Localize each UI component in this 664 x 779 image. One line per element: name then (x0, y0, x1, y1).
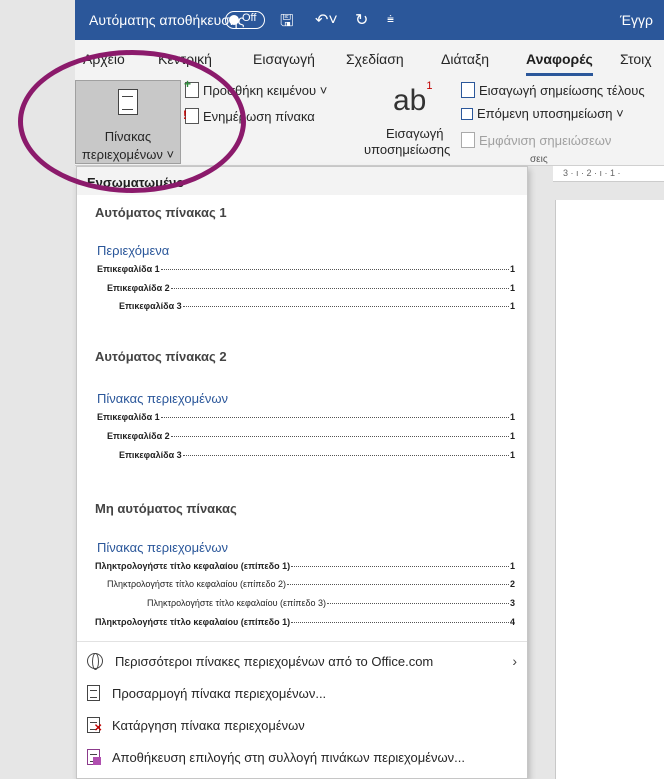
remove-toc-label: Κατάργηση πίνακα περιεχομένων (112, 717, 305, 733)
tab-mailings[interactable]: Στοιχ (620, 51, 652, 67)
save-selection-label: Αποθήκευση επιλογής στη συλλογή πινάκων … (112, 749, 466, 765)
endnote-icon (461, 82, 475, 98)
tab-design[interactable]: Σχεδίαση (346, 51, 404, 67)
tab-layout[interactable]: Διάταξη (441, 51, 489, 67)
toc-row[interactable]: Πληκτρολογήστε τίτλο κεφαλαίου (επίπεδο … (95, 561, 515, 571)
update-table-button[interactable]: Ενημέρωση πίνακα (183, 108, 315, 124)
update-table-label: Ενημέρωση πίνακα (203, 108, 315, 124)
save-selection-item[interactable]: Αποθήκευση επιλογής στη συλλογή πινάκων … (77, 742, 527, 772)
ribbon: Πίνακας περιεχομένων ˅ Προσθήκη κειμένου… (75, 76, 664, 166)
toc-row[interactable]: Επικεφαλίδα 31 (119, 301, 515, 311)
next-footnote-label: Επόμενη υποσημείωση ˅ (477, 106, 624, 121)
insert-endnote-label: Εισαγωγή σημείωσης τέλους (479, 82, 645, 98)
insert-footnote-icon[interactable]: ab1 (393, 80, 433, 118)
redo-icon[interactable]: ↻ (355, 10, 368, 30)
tab-file[interactable]: Αρχείο (83, 51, 125, 67)
show-notes-button[interactable]: Εμφάνιση σημειώσεων (461, 132, 611, 148)
toc-row[interactable]: Επικεφαλίδα 11 (97, 264, 515, 274)
auto-table-1-title: Αυτόματος πίνακας 1 (95, 205, 227, 220)
autosave-state: Off (242, 12, 257, 24)
save-selection-icon (87, 749, 101, 765)
customize-toolbar-icon[interactable]: ⩧ (387, 12, 394, 27)
document-title: Έγγρ (620, 12, 653, 28)
toc-row[interactable]: Πληκτρολογήστε τίτλο κεφαλαίου (επίπεδο … (147, 598, 515, 608)
undo-icon[interactable]: ↶˅ (315, 10, 338, 30)
auto-table-2-title: Αυτόματος πίνακας 2 (95, 349, 227, 364)
title-bar: Αυτόματης αποθήκευσης Off 🖫 ↶˅ ↻ ⩧ Έγγρ (75, 0, 664, 40)
add-text-icon (184, 77, 199, 98)
autosave-label: Αυτόματης αποθήκευσης (89, 12, 245, 28)
remove-toc-item[interactable]: Κατάργηση πίνακα περιεχομένων (77, 710, 527, 740)
tab-insert[interactable]: Εισαγωγή (253, 51, 315, 67)
auto-table-2-heading[interactable]: Πίνακας περιεχομένων (97, 391, 228, 406)
more-tables-label: Περισσότεροι πίνακες περιεχομένων από το… (115, 653, 434, 669)
tab-references[interactable]: Αναφορές (526, 51, 593, 76)
tab-home[interactable]: Κεντρική (158, 51, 212, 67)
add-text-button[interactable]: Προσθήκη κειμένου ˅ (184, 77, 328, 98)
toc-row[interactable]: Επικεφαλίδα 21 (107, 283, 515, 293)
add-text-label: Προσθήκη κειμένου ˅ (203, 82, 328, 98)
toc-button[interactable]: Πίνακας περιεχομένων ˅ (75, 80, 181, 164)
save-icon[interactable]: 🖫 (280, 10, 294, 37)
chevron-right-icon: › (512, 653, 517, 669)
toc-icon (118, 89, 138, 115)
remove-toc-icon (87, 717, 102, 734)
next-footnote-button[interactable]: Επόμενη υποσημείωση ˅ (461, 106, 624, 121)
insert-footnote-label[interactable]: Εισαγωγή (386, 126, 443, 141)
insert-endnote-button[interactable]: Εισαγωγή σημείωσης τέλους (461, 82, 645, 98)
insert-footnote-label-2[interactable]: υποσημείωσης (364, 142, 450, 157)
globe-icon (87, 653, 103, 670)
manual-table-title: Μη αυτόματος πίνακας (95, 501, 237, 516)
group-label: σεις (530, 154, 548, 165)
menu-header: Ενσωματωμένο (77, 167, 527, 195)
update-table-icon (183, 108, 199, 124)
custom-toc-icon (87, 685, 100, 701)
document-page[interactable] (555, 200, 664, 779)
custom-toc-item[interactable]: Προσαρμογή πίνακα περιεχομένων... (77, 678, 527, 708)
ruler: 3 · ı · 2 · ı · 1 · (553, 166, 664, 182)
show-notes-label: Εμφάνιση σημειώσεων (479, 132, 612, 148)
auto-table-1-heading[interactable]: Περιεχόμενα (97, 243, 169, 258)
toc-dropdown: Ενσωματωμένο Αυτόματος πίνακας 1 Περιεχό… (76, 166, 528, 779)
toc-row[interactable]: Επικεφαλίδα 11 (97, 412, 515, 422)
next-footnote-icon (461, 107, 473, 120)
custom-toc-label: Προσαρμογή πίνακα περιεχομένων... (112, 685, 327, 701)
menu-separator (77, 641, 527, 642)
toc-button-label: Πίνακας (104, 129, 152, 144)
toc-row[interactable]: Επικεφαλίδα 21 (107, 431, 515, 441)
toggle-knob (229, 14, 239, 25)
toc-row[interactable]: Επικεφαλίδα 31 (119, 450, 515, 460)
ribbon-tabs: Αρχείο Κεντρική Εισαγωγή Σχεδίαση Διάταξ… (75, 40, 664, 76)
autosave-toggle[interactable]: Off (225, 11, 265, 29)
toc-button-label-2: περιεχομένων ˅ (81, 147, 175, 162)
toc-row[interactable]: Πληκτρολογήστε τίτλο κεφαλαίου (επίπεδο … (95, 617, 515, 627)
show-notes-icon (461, 132, 475, 148)
more-tables-office-item[interactable]: Περισσότεροι πίνακες περιεχομένων από το… (77, 646, 527, 676)
toc-row[interactable]: Πληκτρολογήστε τίτλο κεφαλαίου (επίπεδο … (107, 579, 515, 589)
manual-table-heading[interactable]: Πίνακας περιεχομένων (97, 540, 228, 555)
